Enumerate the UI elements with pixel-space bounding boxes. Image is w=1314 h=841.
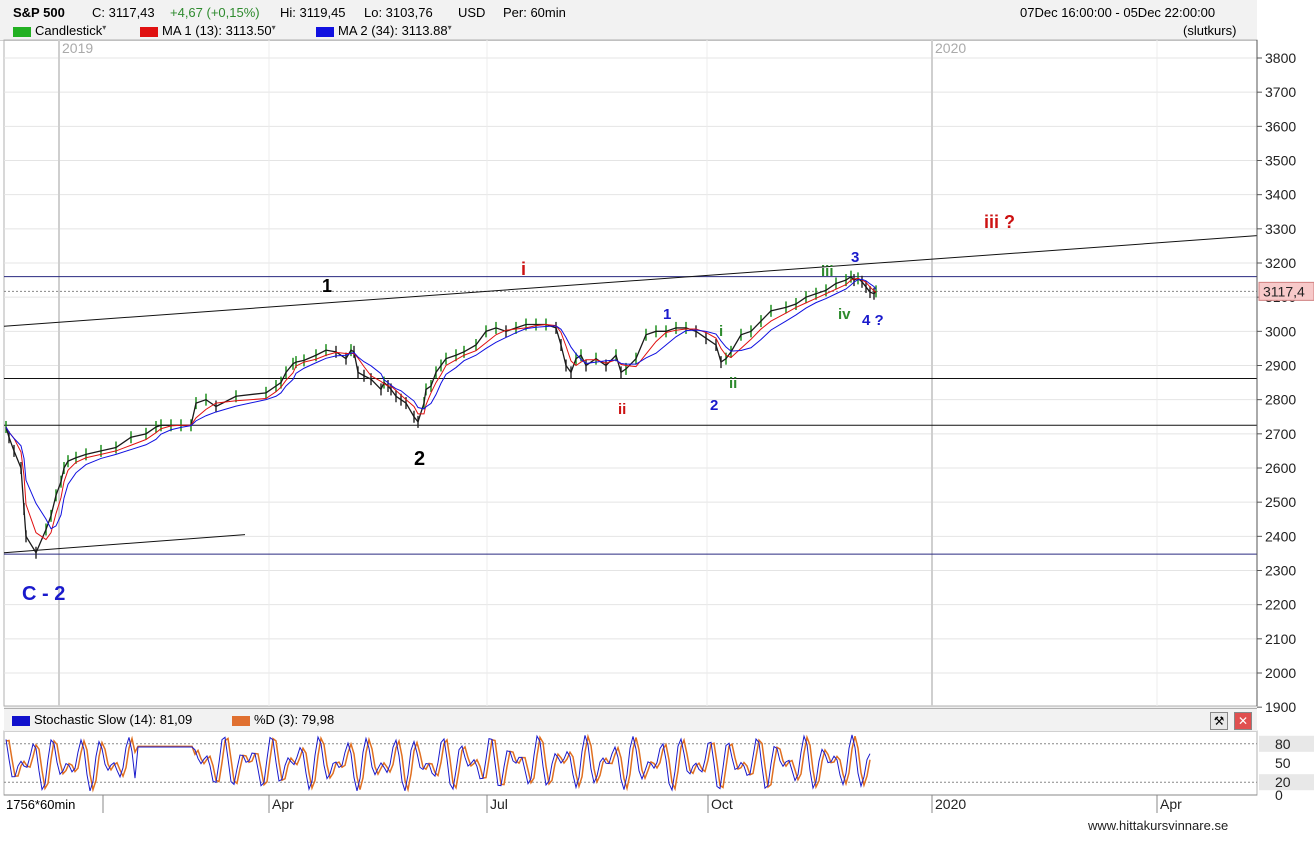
stoch-d-swatch (232, 715, 250, 726)
y-tick-label: 2700 (1265, 426, 1296, 442)
y-tick-label: 3500 (1265, 153, 1296, 169)
wave-label: C - 2 (22, 583, 65, 605)
y-tick-label: 2100 (1265, 631, 1296, 647)
stoch-frame (3, 730, 1258, 796)
wave-label: 4 ? (862, 312, 884, 329)
price-series (5, 270, 877, 559)
wave-label: 1 (322, 276, 332, 296)
stoch-tick-label: 80 (1275, 736, 1291, 752)
y-tick-label: 2400 (1265, 528, 1296, 544)
stochastic-chart: 8050200 (3, 730, 1314, 803)
year-label: 2019 (62, 40, 93, 56)
x-tick-label: Apr (272, 796, 294, 812)
close-icon[interactable]: ✕ (1234, 712, 1252, 730)
price-axis: 3800370036003500340033003200310030002900… (1256, 40, 1314, 715)
wave-annotations: 12C - 2iiiiii ?1234 ?iiiiiiiv (22, 212, 1015, 605)
y-tick-label: 2300 (1265, 563, 1296, 579)
y-tick-label: 3000 (1265, 323, 1296, 339)
wave-label: 2 (710, 397, 718, 414)
wave-label: 3 (851, 249, 859, 266)
wave-label: iii ? (984, 212, 1015, 232)
time-axis: Apr Jul Oct 2020 Apr (4, 794, 1257, 813)
price-line (5, 275, 877, 555)
stoch-tick-label: 50 (1275, 755, 1291, 771)
wave-label: i (719, 323, 723, 340)
stoch-k-label: Stochastic Slow (14): 81,09 (34, 712, 193, 727)
watermark: www.hittakursvinnare.se (1088, 818, 1229, 833)
y-tick-label: 3400 (1265, 187, 1296, 203)
y-tick-label: 3600 (1265, 118, 1296, 134)
wave-label: ii (729, 375, 737, 392)
wave-label: 2 (414, 448, 425, 470)
x-tick-label: Apr (1160, 796, 1182, 812)
wave-label: iii (821, 263, 834, 280)
stochastic-panel: 8050200 (3, 730, 1314, 803)
year-label: 2020 (935, 40, 966, 56)
wave-label: 1 (663, 306, 671, 323)
last-price-label: 3117,4 (1263, 283, 1305, 299)
stoch-k-legend[interactable]: Stochastic Slow (14): 81,09 (12, 712, 192, 727)
horizontal-levels (4, 276, 1257, 555)
stochastic-header: Stochastic Slow (14): 81,09 %D (3): 79,9… (4, 708, 1257, 732)
y-tick-label: 2800 (1265, 392, 1296, 408)
trendlines (3, 235, 1258, 554)
wave-label: iv (838, 306, 851, 323)
stoch-d-label: %D (3): 79,98 (254, 712, 335, 727)
y-tick-label: 2500 (1265, 494, 1296, 510)
wave-label: ii (618, 401, 626, 418)
stoch-d-legend[interactable]: %D (3): 79,98 (232, 712, 334, 727)
plot-frame (3, 39, 1258, 707)
x-tick-label: 2020 (935, 796, 966, 812)
y-tick-label: 3200 (1265, 255, 1296, 271)
settings-wrench-icon[interactable]: ⚒ (1210, 712, 1228, 730)
x-tick-label: Oct (711, 796, 733, 812)
ma1-line (5, 277, 877, 541)
upper-trendline (3, 235, 1258, 327)
y-tick-label: 2000 (1265, 665, 1296, 681)
wave-label: i (521, 259, 526, 279)
y-tick-label: 3300 (1265, 221, 1296, 237)
y-tick-label: 3800 (1265, 50, 1296, 66)
y-tick-label: 3700 (1265, 84, 1296, 100)
x-tick-label: Jul (490, 796, 508, 812)
y-tick-label: 2600 (1265, 460, 1296, 476)
stoch-k-swatch (12, 715, 30, 726)
y-tick-label: 2900 (1265, 358, 1296, 374)
y-tick-label: 1900 (1265, 699, 1296, 715)
chart-grid: 2019 2020 (3, 39, 1258, 708)
stoch-tick-label: 0 (1275, 787, 1283, 803)
bars-count-label: 1756*60min (6, 797, 76, 812)
y-tick-label: 2200 (1265, 597, 1296, 613)
